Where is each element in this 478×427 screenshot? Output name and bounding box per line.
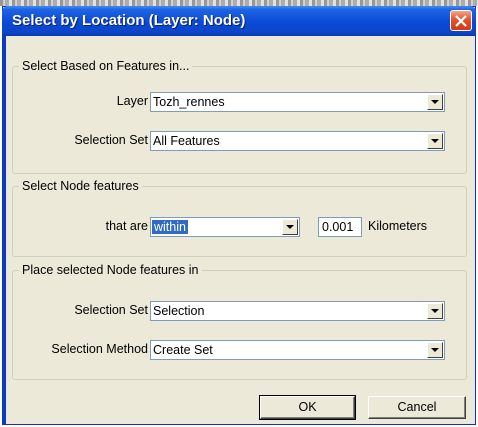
place-selection-set-dropdown-button[interactable] — [427, 303, 443, 319]
selection-method-value: Create Set — [153, 343, 213, 357]
chevron-down-icon — [431, 309, 439, 313]
spatial-relation-dropdown-button[interactable] — [282, 219, 298, 235]
selection-method-dropdown[interactable]: Create Set — [150, 340, 445, 360]
selection-method-dropdown-button[interactable] — [427, 342, 443, 358]
selection-set-dropdown[interactable]: All Features — [150, 131, 445, 151]
group-legend-place: Place selected Node features in — [19, 263, 202, 277]
selection-set-label: Selection Set — [74, 133, 148, 147]
spatial-relation-value: within — [151, 219, 189, 235]
ok-button[interactable]: OK — [259, 395, 356, 420]
layer-dropdown-button[interactable] — [427, 94, 443, 110]
chevron-down-icon — [431, 100, 439, 104]
place-selection-set-dropdown[interactable]: Selection — [150, 301, 445, 321]
title-bar[interactable]: Select by Location (Layer: Node) — [2, 6, 476, 36]
that-are-label: that are — [105, 219, 148, 233]
close-icon — [455, 15, 467, 27]
layer-value: Tozh_rennes — [153, 95, 225, 109]
cancel-button[interactable]: Cancel — [368, 396, 466, 419]
chevron-down-icon — [431, 348, 439, 352]
place-selection-set-value: Selection — [153, 304, 205, 318]
dialog-title: Select by Location (Layer: Node) — [12, 12, 246, 29]
distance-input[interactable]: 0.001 — [318, 217, 362, 237]
layer-dropdown[interactable]: Tozh_rennes — [150, 92, 445, 112]
selection-set-value: All Features — [153, 134, 220, 148]
chevron-down-icon — [431, 139, 439, 143]
window-left-border — [2, 36, 6, 425]
selection-method-label: Selection Method — [51, 342, 148, 356]
chevron-down-icon — [286, 225, 294, 229]
selection-set-dropdown-button[interactable] — [427, 133, 443, 149]
place-selection-set-label: Selection Set — [74, 303, 148, 317]
layer-label: Layer — [116, 94, 148, 108]
close-button[interactable] — [450, 10, 472, 31]
group-select-based-on-features: Select Based on Features in... — [12, 59, 467, 174]
distance-value: 0.001 — [322, 220, 354, 234]
spatial-relation-dropdown[interactable]: within — [150, 217, 300, 237]
distance-unit-label: Kilometers — [368, 219, 428, 233]
group-legend-features: Select Based on Features in... — [19, 59, 193, 73]
dialog-window: Select by Location (Layer: Node) Select … — [2, 6, 476, 425]
group-place-selected: Place selected Node features in — [12, 263, 467, 380]
group-legend-node: Select Node features — [19, 179, 142, 193]
